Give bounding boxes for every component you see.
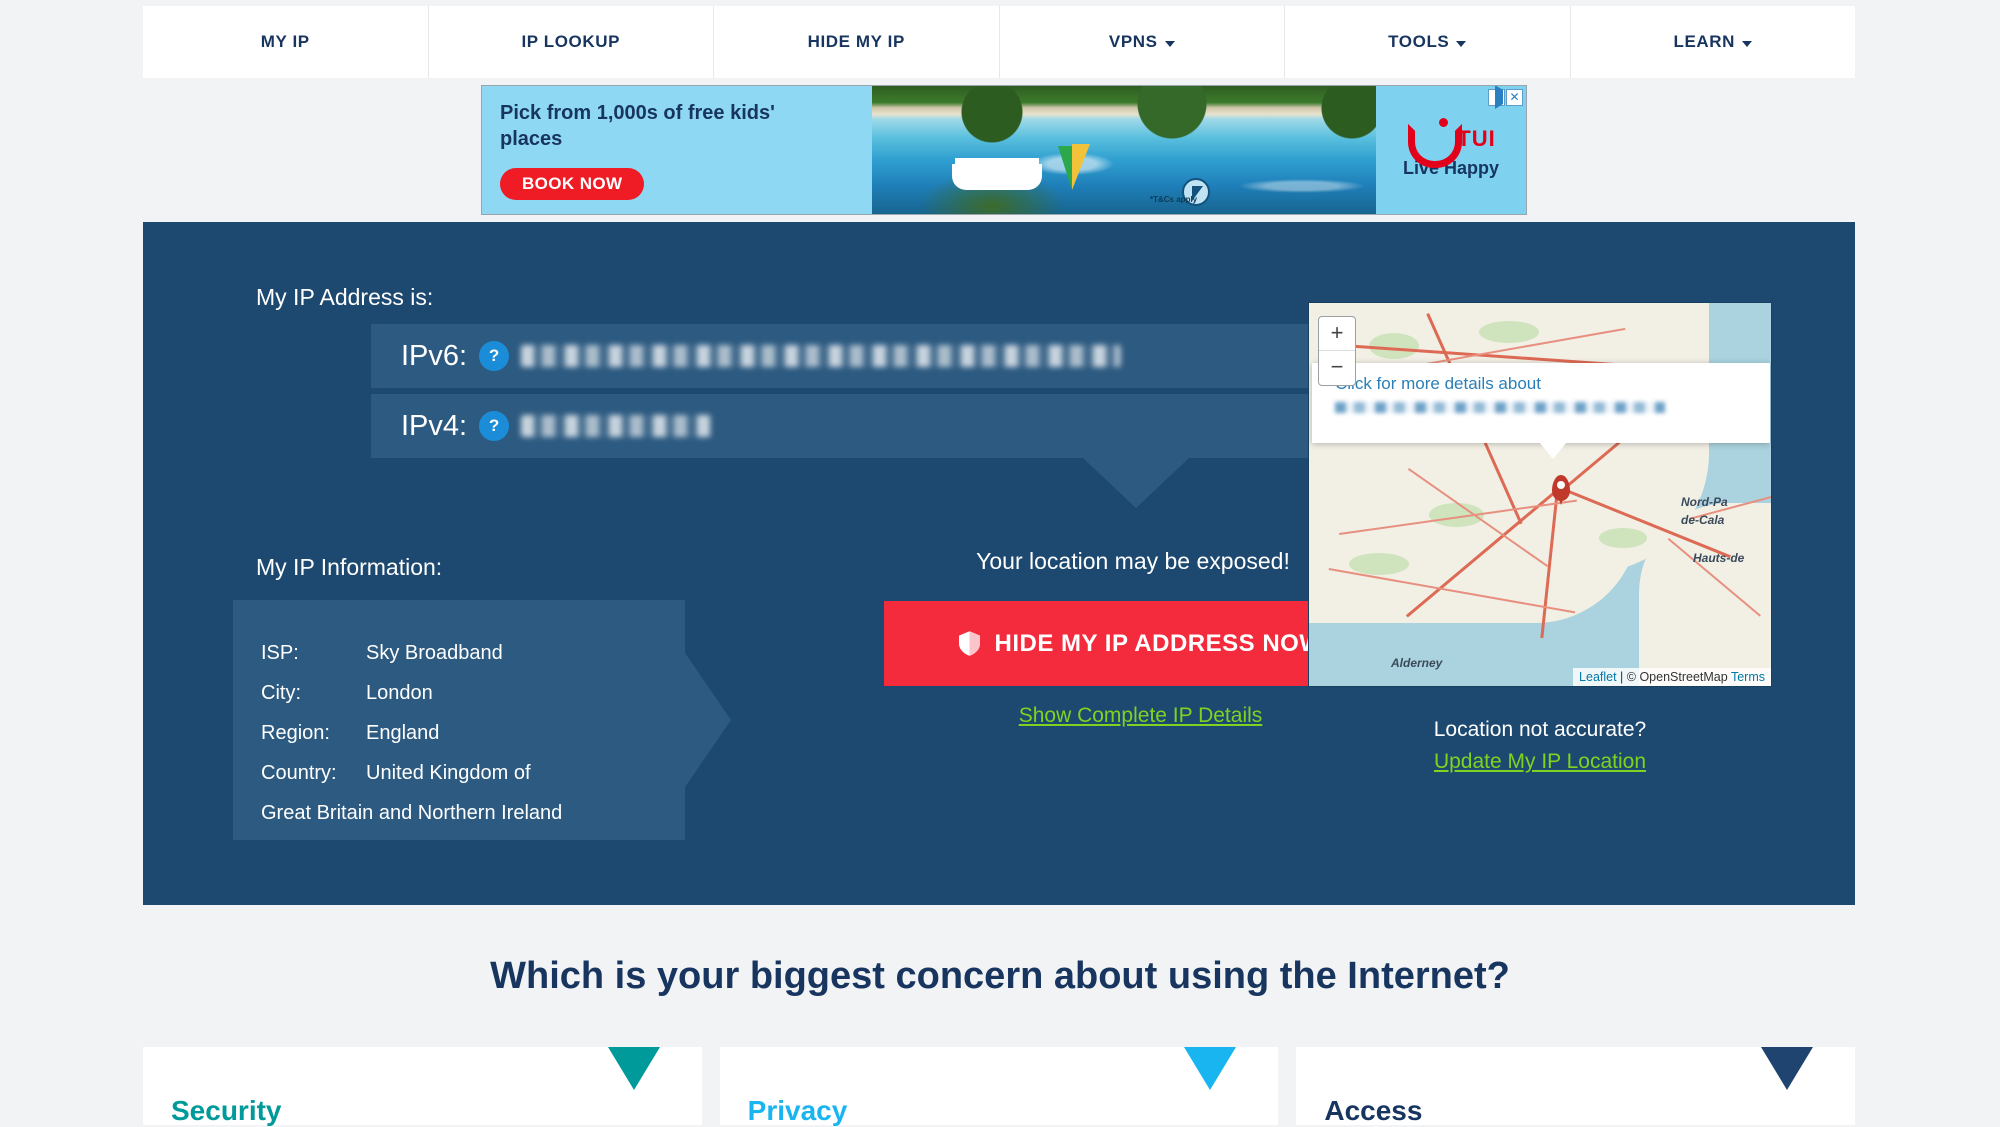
nav-item-tools[interactable]: TOOLS xyxy=(1285,6,1571,78)
ip-information-box: ISP: Sky Broadband City: London Region: … xyxy=(233,600,731,840)
map-label: de-Cala xyxy=(1681,513,1725,527)
concern-card-access[interactable]: Access xyxy=(1296,1047,1856,1126)
map-green-area xyxy=(1599,528,1647,548)
ad-book-now-button[interactable]: BOOK NOW xyxy=(500,168,645,200)
location-accuracy-question: Location not accurate? xyxy=(1433,718,1647,741)
map-label: Hauts-de xyxy=(1693,551,1745,565)
nav-item-label: LEARN xyxy=(1673,32,1736,51)
zoom-in-button[interactable]: + xyxy=(1319,317,1355,351)
info-key: ISP: xyxy=(261,642,299,664)
update-my-ip-location-link[interactable]: Update My IP Location xyxy=(1275,750,1805,774)
ip-location-map[interactable]: + − Click for more details about Nord-Pa… xyxy=(1308,302,1772,687)
nav-item-hide-my-ip[interactable]: HIDE MY IP xyxy=(714,6,1000,78)
ad-sail-green-graphic xyxy=(1058,146,1072,190)
map-attribution: Leaflet | © OpenStreetMap Terms xyxy=(1573,668,1771,686)
map-zoom-controls: + − xyxy=(1318,316,1356,386)
nav-item-label: VPNS xyxy=(1108,32,1158,51)
ipv6-row: IPv6: ? xyxy=(371,324,1378,388)
triangle-marker-icon xyxy=(607,1047,660,1090)
map-green-area xyxy=(1349,553,1409,575)
attr-separator: | xyxy=(1616,670,1627,684)
shield-icon xyxy=(958,631,980,656)
info-row-region: Region: England xyxy=(261,713,685,753)
info-value: England xyxy=(366,722,440,744)
nav-item-ip-lookup[interactable]: IP LOOKUP xyxy=(429,6,714,78)
info-value: United Kingdom of xyxy=(366,762,531,784)
ad-controls: ✕ xyxy=(1488,86,1523,109)
info-row-city: City: London xyxy=(261,673,685,713)
nav-item-label: TOOLS xyxy=(1388,32,1450,51)
help-icon[interactable]: ? xyxy=(479,341,510,371)
advertisement-banner[interactable]: Pick from 1,000s of free kids' places BO… xyxy=(481,85,1527,215)
map-green-area xyxy=(1479,321,1539,343)
nav-item-label: HIDE MY IP xyxy=(807,32,905,51)
concern-card-security[interactable]: Security xyxy=(143,1047,702,1126)
triangle-marker-icon xyxy=(1184,1047,1237,1090)
info-row-isp: ISP: Sky Broadband xyxy=(261,633,685,673)
ad-boat-graphic xyxy=(952,164,1042,190)
ad-sail-yellow-graphic xyxy=(1072,144,1090,190)
nav-item-label: MY IP xyxy=(260,32,310,51)
ad-terms-text: *T&Cs apply xyxy=(1150,195,1198,204)
concern-card-title: Privacy xyxy=(747,1095,848,1126)
nav-item-label: IP LOOKUP xyxy=(521,32,621,51)
concern-card-title: Security xyxy=(171,1095,282,1126)
chevron-down-icon xyxy=(1742,40,1753,47)
info-value: Sky Broadband xyxy=(366,642,503,664)
ad-brand-name: TUI xyxy=(1457,125,1496,151)
ad-headline: Pick from 1,000s of free kids' places xyxy=(500,102,775,150)
tui-smile-logo-icon xyxy=(1406,117,1463,168)
ipv4-label: IPv4: xyxy=(401,409,468,442)
map-label: Nord-Pa xyxy=(1681,495,1728,509)
close-icon[interactable]: ✕ xyxy=(1506,89,1523,106)
concern-heading: Which is your biggest concern about usin… xyxy=(490,955,1510,997)
info-key: Region: xyxy=(261,722,330,744)
adchoices-icon[interactable] xyxy=(1488,86,1505,109)
triangle-marker-icon xyxy=(1761,1047,1814,1090)
help-icon[interactable]: ? xyxy=(479,411,510,441)
terms-link[interactable]: Terms xyxy=(1731,670,1765,684)
info-key: Country: xyxy=(261,762,337,784)
map-popup-ip-redacted xyxy=(1335,402,1665,413)
ipv4-row: IPv4: ? xyxy=(371,394,1378,458)
ip-address-heading: My IP Address is: xyxy=(256,284,434,310)
map-landmass-uk-south xyxy=(1309,453,1639,623)
main-navigation: MY IP IP LOOKUP HIDE MY IP VPNS TOOLS LE… xyxy=(143,6,1855,78)
map-popup-text: Click for more details about xyxy=(1335,374,1541,393)
nav-item-learn[interactable]: LEARN xyxy=(1571,6,1856,78)
info-value: London xyxy=(366,682,433,704)
ipv6-value-redacted[interactable] xyxy=(521,345,1122,367)
leaflet-link[interactable]: Leaflet xyxy=(1579,670,1617,684)
nav-item-my-ip[interactable]: MY IP xyxy=(143,6,429,78)
ipv6-label: IPv6: xyxy=(401,339,468,372)
hide-my-ip-button-label: HIDE MY IP ADDRESS NOW xyxy=(994,629,1323,657)
ipv4-value-redacted[interactable] xyxy=(521,415,712,437)
osm-credit: © OpenStreetMap xyxy=(1626,670,1731,684)
zoom-out-button[interactable]: − xyxy=(1319,351,1355,385)
concern-cards: Security Privacy Access xyxy=(143,1047,1856,1126)
info-row-country: Country: United Kingdom of xyxy=(261,753,685,793)
chevron-down-icon xyxy=(1456,40,1467,47)
ip-information-heading: My IP Information: xyxy=(256,554,443,580)
concern-card-privacy[interactable]: Privacy xyxy=(719,1047,1279,1126)
callout-arrow xyxy=(1083,458,1189,508)
concern-card-title: Access xyxy=(1324,1095,1423,1126)
map-label: Alderney xyxy=(1391,656,1443,670)
nav-item-vpns[interactable]: VPNS xyxy=(1000,6,1285,78)
info-value-country-continued: Great Britain and Northern Ireland xyxy=(261,802,563,824)
info-key: City: xyxy=(261,682,301,704)
chevron-down-icon xyxy=(1164,40,1175,47)
map-popup[interactable]: Click for more details about xyxy=(1312,363,1770,459)
map-location-marker-icon[interactable] xyxy=(1552,475,1570,505)
